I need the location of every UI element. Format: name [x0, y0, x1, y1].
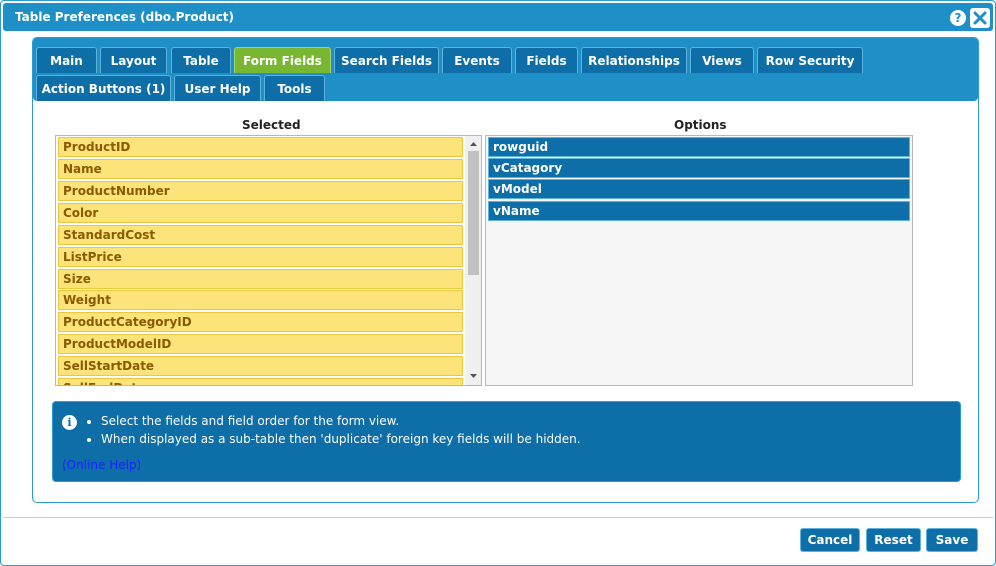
tab-fields[interactable]: Fields: [515, 47, 578, 73]
scroll-up-icon[interactable]: [469, 138, 478, 150]
options-header: Options: [674, 118, 727, 132]
tab-action-buttons[interactable]: Action Buttons (1): [36, 75, 171, 101]
option-field-item[interactable]: vName: [488, 201, 910, 221]
tab-events[interactable]: Events: [442, 47, 512, 73]
selected-field-item[interactable]: Weight: [58, 290, 463, 310]
info-icon: i: [62, 415, 77, 430]
tab-main[interactable]: Main: [36, 47, 97, 73]
options-fields-list[interactable]: rowguid vCatagory vModel vName: [485, 135, 913, 386]
selected-field-item[interactable]: ProductID: [58, 137, 463, 157]
info-bullets: Select the fields and field order for th…: [83, 412, 581, 448]
preferences-panel: Main Layout Table Form Fields Search Fie…: [32, 37, 979, 503]
info-bullet: When displayed as a sub-table then 'dupl…: [101, 430, 581, 448]
selected-field-item[interactable]: Size: [58, 269, 463, 289]
reset-button[interactable]: Reset: [866, 528, 921, 552]
dialog-title: Table Preferences (dbo.Product): [15, 10, 235, 24]
tab-tools[interactable]: Tools: [264, 75, 325, 101]
selected-header: Selected: [242, 118, 301, 132]
option-field-item[interactable]: vModel: [488, 179, 910, 199]
selected-fields-list[interactable]: ProductID Name ProductNumber Color Stand…: [55, 135, 482, 386]
tab-layout[interactable]: Layout: [100, 47, 167, 73]
tab-bar: Main Layout Table Form Fields Search Fie…: [33, 38, 978, 101]
scroll-down-icon[interactable]: [469, 370, 478, 382]
close-icon[interactable]: [970, 8, 990, 28]
save-button[interactable]: Save: [926, 528, 978, 552]
info-box: i Select the fields and field order for …: [52, 401, 961, 482]
title-bar: Table Preferences (dbo.Product) ?: [3, 3, 993, 31]
selected-field-item[interactable]: ProductModelID: [58, 334, 463, 354]
cancel-button[interactable]: Cancel: [800, 528, 860, 552]
selected-field-item[interactable]: SellEndDate: [58, 378, 463, 385]
table-preferences-dialog: Table Preferences (dbo.Product) ? Main L…: [0, 0, 996, 566]
info-bullet: Select the fields and field order for th…: [101, 412, 581, 430]
tab-views[interactable]: Views: [690, 47, 754, 73]
tab-user-help[interactable]: User Help: [174, 75, 261, 101]
tab-row-security[interactable]: Row Security: [757, 47, 863, 73]
selected-field-item[interactable]: SellStartDate: [58, 356, 463, 376]
selected-field-item[interactable]: StandardCost: [58, 225, 463, 245]
help-icon[interactable]: ?: [950, 10, 966, 26]
selected-field-item[interactable]: ListPrice: [58, 247, 463, 267]
scrollbar-thumb[interactable]: [468, 151, 479, 275]
option-field-item[interactable]: vCatagory: [488, 158, 910, 178]
tab-search-fields[interactable]: Search Fields: [334, 47, 439, 73]
selected-field-item[interactable]: Color: [58, 203, 463, 223]
selected-field-item[interactable]: Name: [58, 159, 463, 179]
tab-table[interactable]: Table: [171, 47, 231, 73]
option-field-item[interactable]: rowguid: [488, 137, 910, 157]
online-help-link[interactable]: (Online Help): [62, 458, 141, 472]
tab-relationships[interactable]: Relationships: [581, 47, 687, 73]
selected-field-item[interactable]: ProductCategoryID: [58, 312, 463, 332]
selected-list-scrollbar[interactable]: [465, 136, 481, 385]
footer-divider: [3, 517, 993, 518]
tab-form-fields[interactable]: Form Fields: [234, 47, 331, 73]
selected-field-item[interactable]: ProductNumber: [58, 181, 463, 201]
